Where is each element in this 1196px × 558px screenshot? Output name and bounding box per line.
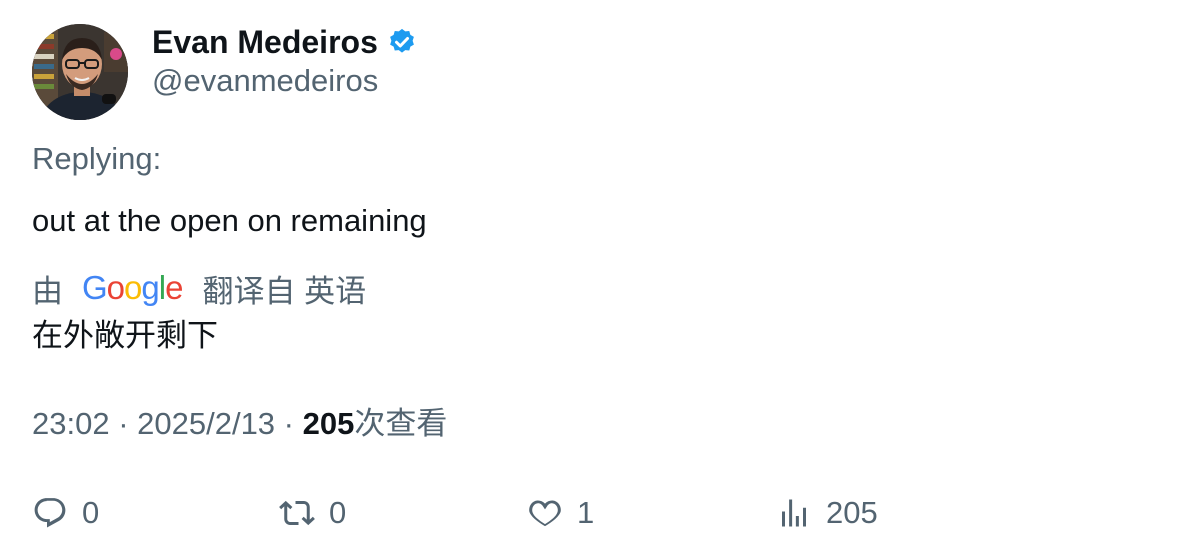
avatar[interactable] (32, 24, 128, 120)
bar-chart-icon (776, 495, 812, 531)
like-count: 1 (577, 495, 595, 530)
meta-separator: · (275, 406, 303, 441)
tweet-time[interactable]: 23:02 (32, 404, 110, 444)
google-letter: o (106, 269, 125, 306)
meta-separator: · (109, 406, 138, 441)
action-bar: 0 0 1 205 (0, 490, 1196, 536)
avatar-photo-icon (32, 24, 128, 120)
google-letter: e (165, 269, 183, 306)
replying-label: Replying: (32, 141, 162, 176)
tweet-card: Evan Medeiros @evanmedeiros Replying: ou… (0, 0, 1196, 558)
views-label: 次查看 (354, 406, 448, 441)
retweet-count: 0 (329, 495, 347, 530)
translation-prefix: 由 (32, 273, 63, 309)
retweet-icon (279, 495, 315, 531)
translation-attribution: 由 G o o g l e 翻译自 英语 (32, 268, 367, 309)
reply-count: 0 (82, 495, 100, 530)
tweet-date[interactable]: 2025/2/13 (137, 404, 275, 444)
views-action-count: 205 (826, 495, 878, 530)
author-name[interactable]: Evan Medeiros (152, 22, 378, 62)
tweet-text: out at the open on remaining (32, 203, 427, 238)
verified-badge-icon[interactable] (387, 27, 417, 57)
views-count: 205 (302, 406, 355, 441)
author-name-row: Evan Medeiros (152, 22, 417, 62)
translated-text: 在外敞开剩下 (32, 318, 218, 353)
google-letter: G (82, 269, 108, 306)
like-button[interactable]: 1 (527, 490, 594, 536)
tweet-meta: 23:02 · 2025/2/13 · 205 次查看 (32, 404, 447, 444)
heart-icon (527, 495, 563, 531)
author-handle[interactable]: @evanmedeiros (152, 62, 378, 100)
google-letter: g (141, 269, 159, 306)
retweet-button[interactable]: 0 (279, 490, 346, 536)
reply-bubble-icon (32, 495, 68, 531)
views-button[interactable]: 205 (776, 490, 878, 536)
google-logo[interactable]: G o o g l e (82, 268, 183, 308)
translation-suffix: 翻译自 英语 (202, 273, 367, 309)
reply-button[interactable]: 0 (32, 490, 99, 536)
google-letter: o (124, 269, 142, 306)
